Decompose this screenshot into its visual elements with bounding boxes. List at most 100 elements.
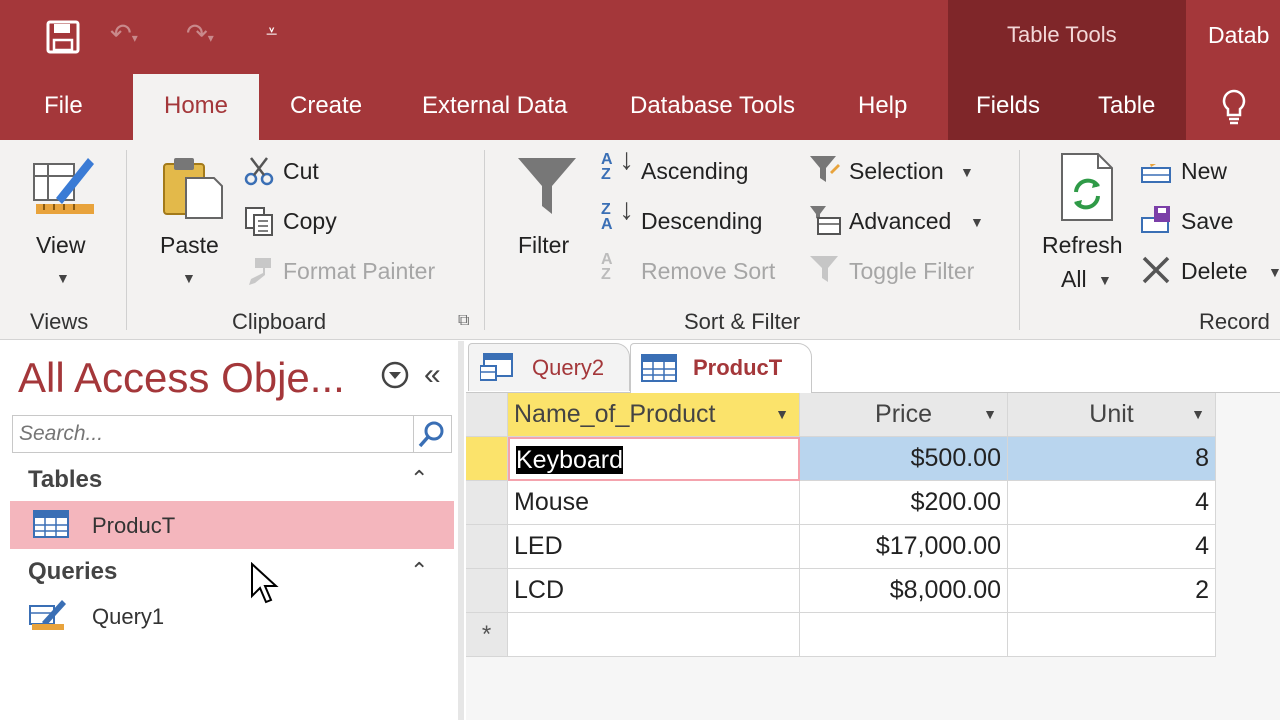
- refresh-all-icon[interactable]: [1058, 152, 1116, 227]
- format-painter-button: Format Painter: [283, 258, 436, 284]
- tab-fields[interactable]: Fields: [962, 74, 1054, 140]
- new-record-icon[interactable]: [1140, 156, 1172, 191]
- filter-button[interactable]: Filter: [518, 232, 569, 259]
- new-record-marker[interactable]: *: [466, 613, 508, 657]
- new-button[interactable]: New: [1181, 158, 1227, 185]
- mouse-cursor-icon: [250, 561, 280, 609]
- row-selector[interactable]: [466, 525, 508, 569]
- row-selector[interactable]: [466, 569, 508, 613]
- row-selector[interactable]: [466, 437, 508, 481]
- tab-help[interactable]: Help: [844, 74, 921, 140]
- copy-button[interactable]: Copy: [283, 208, 337, 235]
- save-icon[interactable]: [46, 20, 80, 58]
- column-filter-caret[interactable]: ▼: [775, 393, 789, 436]
- tab-file[interactable]: File: [30, 74, 97, 140]
- tab-create[interactable]: Create: [276, 74, 376, 140]
- advanced-filter-icon[interactable]: [808, 204, 842, 241]
- column-filter-caret[interactable]: ▼: [1191, 393, 1205, 436]
- tab-table[interactable]: Table: [1084, 74, 1169, 140]
- view-dropdown-caret[interactable]: ▼: [56, 270, 70, 286]
- selection-dropdown-caret[interactable]: ▼: [960, 164, 974, 180]
- sort-descending-icon[interactable]: ZA ↓: [601, 195, 634, 233]
- ascending-button[interactable]: Ascending: [641, 158, 748, 185]
- views-group-label: Views: [30, 309, 89, 334]
- search-icon[interactable]: [413, 416, 451, 452]
- table-cell-price[interactable]: $500.00: [800, 437, 1008, 481]
- nav-section-queries[interactable]: Queries: [28, 558, 117, 586]
- advanced-button[interactable]: Advanced: [849, 208, 951, 235]
- select-all-corner[interactable]: [466, 393, 508, 437]
- descending-button[interactable]: Descending: [641, 208, 762, 235]
- sort-ascending-icon[interactable]: AZ ↓: [601, 145, 634, 183]
- refresh-dropdown-caret[interactable]: ▼: [1098, 272, 1112, 288]
- cut-button[interactable]: Cut: [283, 158, 319, 185]
- refresh-all-label[interactable]: All: [1061, 266, 1087, 293]
- table-cell-price[interactable]: $17,000.00: [800, 525, 1008, 569]
- table-cell-price[interactable]: $8,000.00: [800, 569, 1008, 613]
- nav-item-query1[interactable]: Query1: [92, 604, 164, 630]
- selection-button[interactable]: Selection: [849, 158, 944, 185]
- advanced-dropdown-caret[interactable]: ▼: [970, 214, 984, 230]
- delete-button[interactable]: Delete: [1181, 258, 1247, 285]
- context-tab-group-label: Table Tools: [1007, 22, 1117, 47]
- tab-database-tools[interactable]: Database Tools: [616, 74, 809, 140]
- toggle-filter-icon: [808, 254, 842, 291]
- tell-me-lightbulb-icon[interactable]: [1220, 88, 1248, 131]
- column-header-price[interactable]: Price ▼: [800, 393, 1008, 437]
- row-selector[interactable]: [466, 481, 508, 525]
- records-group-label: Record: [1199, 309, 1270, 334]
- new-record-cell-price[interactable]: [800, 613, 1008, 657]
- doc-tab-label: ProducT: [693, 355, 783, 380]
- save-button[interactable]: Save: [1181, 208, 1233, 235]
- collapse-queries-icon[interactable]: ⌃: [410, 558, 428, 584]
- table-cell-name[interactable]: Mouse: [508, 481, 800, 525]
- delete-icon[interactable]: [1140, 254, 1172, 291]
- paste-icon[interactable]: [158, 154, 226, 227]
- nav-section-tables[interactable]: Tables: [28, 466, 102, 494]
- view-button[interactable]: View: [36, 232, 85, 259]
- customize-qat-icon[interactable]: ⩡: [266, 22, 277, 42]
- new-record-cell-unit[interactable]: [1008, 613, 1216, 657]
- undo-icon[interactable]: ↶▾: [110, 20, 138, 46]
- table-cell-price[interactable]: $200.00: [800, 481, 1008, 525]
- tab-external-data[interactable]: External Data: [408, 74, 581, 140]
- selection-icon[interactable]: [808, 154, 842, 191]
- column-header-unit[interactable]: Unit ▼: [1008, 393, 1216, 437]
- paste-dropdown-caret[interactable]: ▼: [182, 270, 196, 286]
- nav-item-product-table[interactable]: [10, 501, 454, 549]
- collapse-tables-icon[interactable]: ⌃: [410, 466, 428, 492]
- group-separator: [1019, 150, 1020, 330]
- selected-cell-text: Keyboard: [516, 446, 624, 474]
- table-cell-unit[interactable]: 4: [1008, 525, 1216, 569]
- refresh-button[interactable]: Refresh: [1042, 232, 1123, 259]
- table-cell-unit[interactable]: 4: [1008, 481, 1216, 525]
- group-separator: [484, 150, 485, 330]
- column-header-name-of-product[interactable]: Name_of_Product ▼: [508, 393, 800, 437]
- table-cell-unit[interactable]: 8: [1008, 437, 1216, 481]
- nav-search-input[interactable]: [13, 416, 403, 452]
- nav-menu-dropdown-icon[interactable]: [380, 360, 410, 395]
- remove-sort-icon: AZ: [601, 251, 613, 283]
- column-filter-caret[interactable]: ▼: [983, 393, 997, 436]
- paste-button[interactable]: Paste: [160, 232, 219, 259]
- save-record-icon[interactable]: [1140, 204, 1172, 241]
- collapse-nav-icon[interactable]: «: [424, 358, 441, 392]
- app-title: Datab: [1208, 22, 1270, 48]
- nav-pane-title[interactable]: All Access Obje...: [18, 354, 345, 402]
- filter-icon[interactable]: [516, 154, 578, 223]
- clipboard-launcher-icon[interactable]: ⧉: [458, 312, 469, 330]
- copy-icon[interactable]: [243, 205, 275, 242]
- table-cell-name[interactable]: LED: [508, 525, 800, 569]
- new-record-cell-name[interactable]: [508, 613, 800, 657]
- table-icon: [33, 510, 69, 543]
- tab-home[interactable]: Home: [133, 74, 259, 140]
- table-cell-unit[interactable]: 2: [1008, 569, 1216, 613]
- table-cell-name[interactable]: Keyboard: [508, 437, 800, 481]
- redo-icon[interactable]: ↷▾: [186, 20, 214, 46]
- group-separator: [126, 150, 127, 330]
- cut-icon[interactable]: [243, 155, 275, 192]
- delete-dropdown-caret[interactable]: ▼: [1268, 264, 1280, 280]
- nav-item-label: ProducT: [92, 513, 176, 538]
- table-cell-name[interactable]: LCD: [508, 569, 800, 613]
- view-icon[interactable]: [30, 152, 98, 223]
